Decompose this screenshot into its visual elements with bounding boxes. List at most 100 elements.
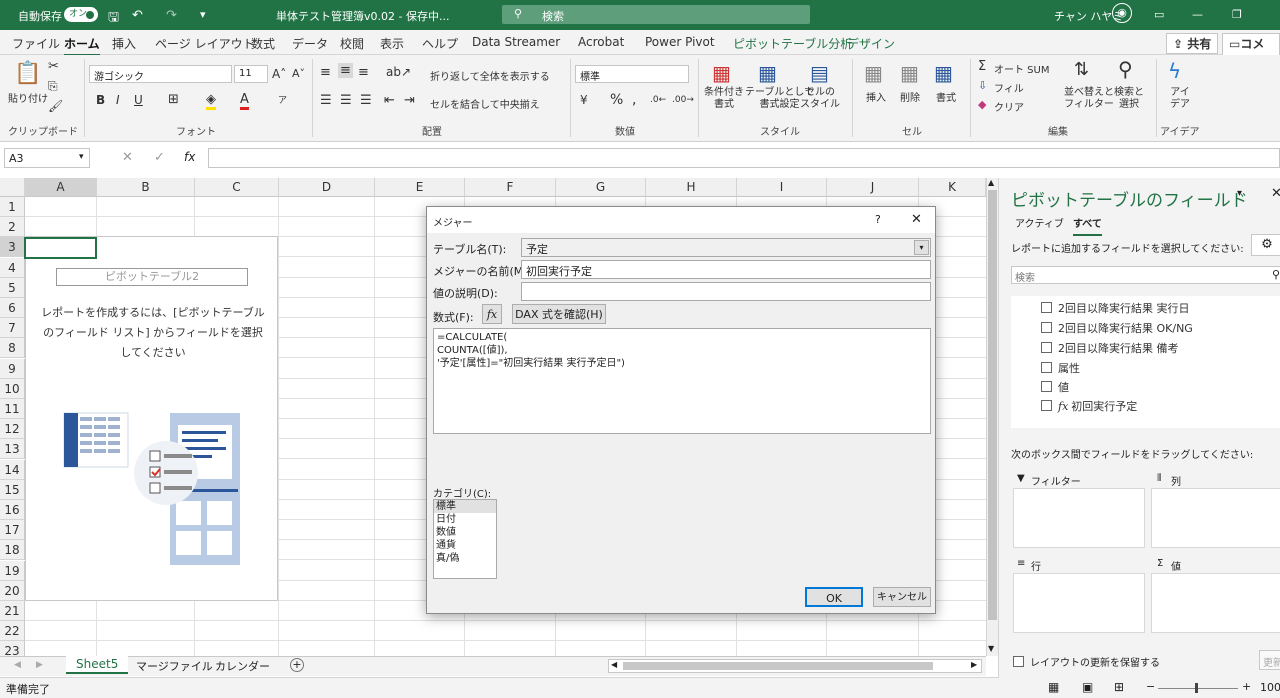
category-item[interactable]: 真/偽 — [434, 552, 496, 565]
column-header[interactable]: A — [25, 178, 97, 197]
defer-update[interactable]: レイアウトの更新を保留する — [1013, 654, 1160, 669]
column-header[interactable]: D — [279, 178, 375, 197]
autosave-toggle[interactable]: オン — [64, 7, 98, 22]
format-painter-icon[interactable]: 🖌 — [48, 99, 63, 113]
tab-file[interactable]: ファイル — [12, 35, 60, 52]
ribbon-display-icon[interactable]: ▭ — [1154, 8, 1164, 21]
align-middle-icon[interactable]: ≡ — [338, 63, 353, 78]
delete-cells-icon[interactable]: ▦ — [900, 61, 919, 85]
row-header[interactable]: 11 — [0, 399, 25, 419]
active-cell-a3[interactable] — [24, 237, 97, 259]
row-header[interactable]: 6 — [0, 298, 25, 318]
paste-icon[interactable]: 📋 — [14, 61, 41, 86]
field-list[interactable]: 2回目以降実行結果 実行日 2回目以降実行結果 OK/NG 2回目以降実行結果 … — [1011, 296, 1280, 428]
tab-power-pivot[interactable]: Power Pivot — [645, 35, 715, 49]
conditional-format-icon[interactable]: ▦ — [712, 61, 731, 85]
tab-acrobat[interactable]: Acrobat — [578, 35, 624, 49]
qat-customize-icon[interactable]: ▾ — [200, 8, 206, 21]
horizontal-scrollbar[interactable]: ◀ ▶ — [608, 659, 982, 673]
category-item[interactable]: 数値 — [434, 526, 496, 539]
clear-button[interactable]: クリア — [994, 99, 1024, 114]
row-header[interactable]: 12 — [0, 419, 25, 440]
font-size-select[interactable]: 11 — [234, 65, 268, 83]
redo-icon[interactable]: ↷ — [166, 8, 177, 23]
tab-insert[interactable]: 挿入 — [112, 35, 136, 52]
find-select-icon[interactable]: ⚲ — [1118, 57, 1133, 81]
close-pane-icon[interactable]: ✕ — [1271, 186, 1280, 201]
formula-editor[interactable]: =CALCULATE( COUNTA([値]), '予定'[属性]="初回実行結… — [433, 328, 931, 434]
share-button[interactable]: ⇪ 共有 — [1166, 33, 1219, 54]
field-search-input[interactable]: 検索 ⚲ — [1011, 266, 1280, 284]
field-item[interactable]: 値 — [1041, 379, 1069, 395]
decrease-decimal-icon[interactable]: .00→ — [672, 95, 694, 105]
measure-name-input[interactable]: 初回実行予定 — [521, 260, 931, 279]
row-header[interactable]: 14 — [0, 459, 25, 480]
find-select-button[interactable]: 検索と 選択 — [1114, 87, 1144, 111]
format-cells-button[interactable]: 書式 — [936, 89, 956, 104]
defer-update-checkbox[interactable] — [1013, 656, 1024, 667]
row-header[interactable]: 19 — [0, 560, 25, 581]
ideas-icon[interactable]: ϟ — [1168, 59, 1181, 83]
pane-options-icon[interactable]: ▾ — [1237, 188, 1242, 199]
cancel-button[interactable]: キャンセル — [873, 587, 931, 607]
tab-view[interactable]: 表示 — [380, 35, 404, 52]
undo-icon[interactable]: ↶ — [132, 8, 143, 23]
underline-icon[interactable]: U — [134, 93, 143, 107]
row-header[interactable]: 5 — [0, 277, 25, 298]
field-checkbox[interactable] — [1041, 342, 1052, 353]
scroll-thumb[interactable] — [988, 190, 997, 620]
tab-data[interactable]: データ — [292, 35, 328, 52]
row-header[interactable]: 13 — [0, 439, 25, 460]
category-item[interactable]: 通貨 — [434, 539, 496, 552]
field-checkbox[interactable] — [1041, 302, 1052, 313]
currency-icon[interactable]: ¥ — [580, 93, 588, 107]
name-box-dropdown-icon[interactable]: ▾ — [79, 152, 84, 162]
italic-icon[interactable]: I — [116, 93, 120, 107]
fill-button[interactable]: フィル — [994, 80, 1024, 95]
pivot-table-placeholder[interactable]: ピボットテーブル2 レポートを作成するには、[ピボットテーブル のフィールド リ… — [25, 236, 278, 601]
tab-all-fields[interactable]: すべて — [1073, 215, 1102, 236]
scroll-up-icon[interactable]: ▲ — [988, 178, 994, 187]
indent-decrease-icon[interactable]: ⇤ — [384, 93, 395, 108]
column-header[interactable]: K — [919, 178, 986, 197]
row-header[interactable]: 23 — [0, 641, 25, 656]
conditional-format-button[interactable]: 条件付き 書式 — [704, 87, 744, 111]
row-header[interactable]: 1 — [0, 197, 25, 217]
tab-home[interactable]: ホーム — [64, 35, 100, 57]
hscroll-thumb[interactable] — [623, 662, 933, 670]
tab-help[interactable]: ヘルプ — [422, 35, 458, 52]
row-header[interactable]: 8 — [0, 338, 25, 359]
align-center-icon[interactable]: ☰ — [340, 93, 352, 108]
cut-icon[interactable]: ✂ — [48, 59, 59, 74]
help-icon[interactable]: ? — [875, 213, 881, 226]
field-checkbox[interactable] — [1041, 381, 1052, 392]
chevron-down-icon[interactable]: ▾ — [914, 240, 929, 255]
ideas-button[interactable]: アイ デア — [1170, 87, 1190, 111]
search-box[interactable]: ⚲ 検索 — [502, 5, 810, 24]
gear-icon[interactable]: ⚙ — [1251, 234, 1280, 256]
wrap-text-button[interactable]: 折り返して全体を表示する — [430, 68, 550, 83]
sheet-tab-sheet5[interactable]: Sheet5 — [66, 656, 129, 674]
select-all-corner[interactable] — [0, 178, 25, 197]
row-header[interactable]: 4 — [0, 257, 25, 278]
row-header[interactable]: 16 — [0, 500, 25, 520]
rows-drop-area[interactable] — [1013, 573, 1145, 633]
phonetic-icon[interactable]: ア — [278, 93, 287, 106]
save-icon[interactable]: 🖫 — [108, 8, 119, 30]
row-header[interactable]: 17 — [0, 520, 25, 541]
column-header[interactable]: H — [646, 178, 737, 197]
tab-pivot-analyze[interactable]: ピボットテーブル分析 — [733, 35, 852, 52]
font-name-select[interactable]: 游ゴシック — [89, 65, 232, 83]
autosum-icon[interactable]: Σ — [978, 59, 986, 74]
field-item[interactable]: 属性 — [1041, 360, 1080, 376]
fx-button[interactable]: fx — [482, 304, 502, 324]
row-header[interactable]: 2 — [0, 217, 25, 238]
scroll-down-icon[interactable]: ▼ — [988, 644, 994, 653]
row-header[interactable]: 20 — [0, 580, 25, 601]
cell-styles-icon[interactable]: ▤ — [810, 61, 829, 85]
font-shrink-icon[interactable]: A˅ — [292, 67, 305, 80]
category-list[interactable]: 標準 日付 数値 通貨 真/偽 — [433, 499, 497, 579]
font-color-icon[interactable]: A — [240, 92, 249, 110]
columns-drop-area[interactable] — [1151, 488, 1280, 548]
zoom-slider[interactable] — [1158, 688, 1238, 689]
